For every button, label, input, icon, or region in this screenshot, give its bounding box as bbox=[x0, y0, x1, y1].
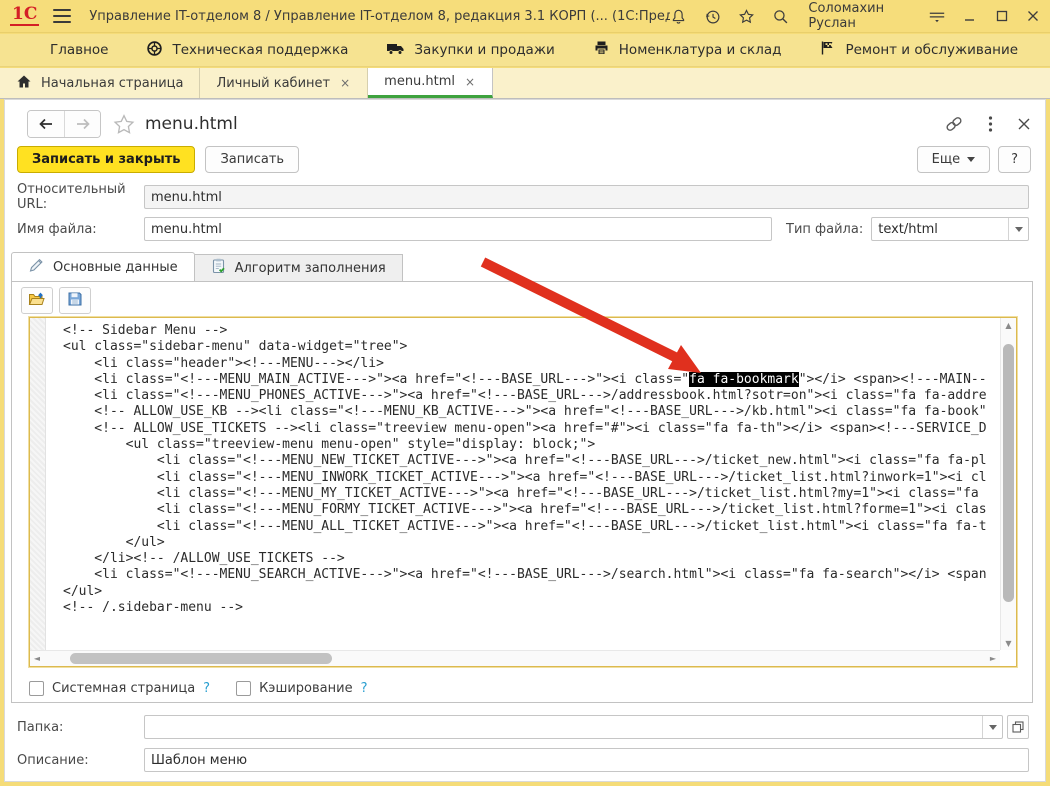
close-tab-icon[interactable]: × bbox=[464, 75, 476, 89]
current-user-name[interactable]: Соломахин Руслан bbox=[808, 1, 909, 31]
description-field[interactable]: Шаблон меню bbox=[144, 748, 1029, 772]
close-form-icon[interactable] bbox=[1017, 117, 1031, 131]
checkered-flag-icon bbox=[819, 40, 836, 60]
scroll-down-arrow[interactable]: ▼ bbox=[1001, 636, 1016, 650]
back-button[interactable] bbox=[28, 111, 64, 137]
system-page-checkbox[interactable] bbox=[29, 681, 44, 696]
system-page-help-link[interactable]: ? bbox=[203, 681, 210, 696]
save-and-close-button[interactable]: Записать и закрыть bbox=[17, 146, 195, 173]
folder-row: Папка: bbox=[17, 715, 1029, 739]
close-tab-icon[interactable]: × bbox=[339, 76, 351, 90]
close-window-button[interactable] bbox=[1026, 7, 1040, 25]
folder-choose-button[interactable] bbox=[1007, 715, 1029, 739]
folder-open-icon bbox=[28, 291, 46, 311]
tab-personal-cabinet[interactable]: Личный кабинет × bbox=[200, 68, 368, 98]
save-file-button[interactable] bbox=[59, 287, 91, 314]
description-row: Описание: Шаблон меню bbox=[17, 748, 1029, 772]
section-employees[interactable]: Сотрудники bbox=[1042, 34, 1050, 66]
import-file-button[interactable] bbox=[21, 287, 53, 314]
home-icon bbox=[16, 74, 32, 93]
description-label: Описание: bbox=[17, 753, 144, 768]
scroll-right-arrow[interactable]: ► bbox=[986, 651, 1000, 666]
tab-fill-algorithm[interactable]: Алгоритм заполнения bbox=[195, 254, 403, 282]
truck-icon bbox=[386, 41, 405, 60]
save-button[interactable]: Записать bbox=[205, 146, 299, 173]
code-editor[interactable]: <!-- Sidebar Menu --><ul class="sidebar-… bbox=[29, 317, 1017, 667]
form-header: menu.html bbox=[27, 109, 1031, 139]
tab-main-data[interactable]: Основные данные bbox=[11, 252, 195, 282]
minimize-button[interactable] bbox=[963, 7, 977, 25]
history-icon[interactable] bbox=[704, 7, 721, 25]
clipboard-check-icon bbox=[211, 258, 227, 278]
floppy-disk-icon bbox=[67, 291, 83, 311]
relative-url-label: Относительный URL: bbox=[17, 182, 144, 212]
caching-checkbox-item: Кэширование ? bbox=[236, 681, 367, 696]
section-main[interactable]: Главное bbox=[36, 34, 122, 66]
chevron-down-icon[interactable] bbox=[1008, 218, 1028, 240]
window-title: Управление IT-отделом 8 / Управление IT-… bbox=[89, 9, 670, 24]
tab-menu-html[interactable]: menu.html × bbox=[368, 68, 493, 98]
editor-gutter bbox=[30, 318, 46, 650]
printer-icon bbox=[593, 40, 610, 60]
vertical-scrollbar[interactable]: ▲ ▼ bbox=[1000, 318, 1016, 650]
file-name-label: Имя файла: bbox=[17, 222, 144, 237]
file-type-label: Тип файла: bbox=[772, 222, 871, 237]
sections-panel: Главное Техническая поддержка Закупки и … bbox=[0, 34, 1050, 67]
section-tech-support[interactable]: Техническая поддержка bbox=[132, 34, 362, 66]
folder-combo[interactable] bbox=[144, 715, 1003, 739]
system-page-label: Системная страница bbox=[52, 681, 195, 696]
section-repair-maintenance[interactable]: Ремонт и обслуживание bbox=[805, 34, 1032, 66]
titlebar: 1С Управление IT-отделом 8 / Управление … bbox=[0, 0, 1050, 33]
horizontal-scrollbar[interactable]: ◄ ► bbox=[30, 650, 1000, 666]
favorite-star-icon[interactable] bbox=[113, 114, 135, 135]
favorites-star-icon[interactable] bbox=[738, 7, 755, 25]
get-link-icon[interactable] bbox=[944, 115, 964, 133]
open-pages-tabbar: Начальная страница Личный кабинет × menu… bbox=[0, 68, 1050, 99]
service-menu-icon[interactable] bbox=[928, 7, 946, 25]
maximize-button[interactable] bbox=[994, 7, 1008, 25]
main-menu-icon[interactable] bbox=[53, 9, 71, 23]
relative-url-row: Относительный URL: menu.html bbox=[17, 185, 1029, 209]
code-lines[interactable]: <!-- Sidebar Menu --><ul class="sidebar-… bbox=[47, 318, 999, 650]
lifebuoy-icon bbox=[146, 40, 163, 61]
folder-label: Папка: bbox=[17, 720, 144, 735]
scroll-up-arrow[interactable]: ▲ bbox=[1001, 318, 1016, 332]
form-content: menu.html Записать и закрыть Записать Ещ… bbox=[4, 99, 1046, 782]
system-page-checkbox-item: Системная страница ? bbox=[29, 681, 210, 696]
1c-logo: 1С bbox=[10, 6, 39, 26]
file-name-field[interactable]: menu.html bbox=[144, 217, 772, 241]
horizontal-scroll-thumb[interactable] bbox=[70, 653, 332, 664]
forward-button[interactable] bbox=[64, 111, 100, 137]
caching-help-link[interactable]: ? bbox=[361, 681, 368, 696]
caching-checkbox[interactable] bbox=[236, 681, 251, 696]
form-tabstrip: Основные данные Алгоритм заполнения bbox=[11, 252, 403, 282]
help-button[interactable]: ? bbox=[998, 146, 1031, 173]
tab-home-page[interactable]: Начальная страница bbox=[0, 68, 200, 98]
search-icon[interactable] bbox=[772, 7, 789, 25]
chevron-down-icon[interactable] bbox=[982, 716, 1002, 738]
caching-label: Кэширование bbox=[259, 681, 353, 696]
scroll-left-arrow[interactable]: ◄ bbox=[30, 651, 44, 666]
more-button[interactable]: Еще bbox=[917, 146, 990, 173]
pencil-icon bbox=[28, 258, 45, 277]
form-actions: Записать и закрыть Записать Еще ? bbox=[17, 145, 1031, 173]
flags-row: Системная страница ? Кэширование ? bbox=[29, 681, 367, 696]
editor-toolbar bbox=[21, 287, 91, 314]
section-nomenclature-stock[interactable]: Номенклатура и склад bbox=[579, 34, 796, 66]
notifications-bell-icon[interactable] bbox=[670, 7, 687, 25]
app-window: 1С Управление IT-отделом 8 / Управление … bbox=[0, 0, 1050, 786]
page-title: menu.html bbox=[145, 114, 238, 134]
file-name-row: Имя файла: menu.html Тип файла: text/htm… bbox=[17, 217, 1029, 241]
vertical-scroll-thumb[interactable] bbox=[1003, 344, 1014, 602]
file-type-combo[interactable]: text/html bbox=[871, 217, 1029, 241]
relative-url-field[interactable]: menu.html bbox=[144, 185, 1029, 209]
more-kebab-icon[interactable] bbox=[988, 115, 993, 133]
section-purchases-sales[interactable]: Закупки и продажи bbox=[372, 34, 568, 66]
chevron-down-icon bbox=[967, 157, 975, 162]
